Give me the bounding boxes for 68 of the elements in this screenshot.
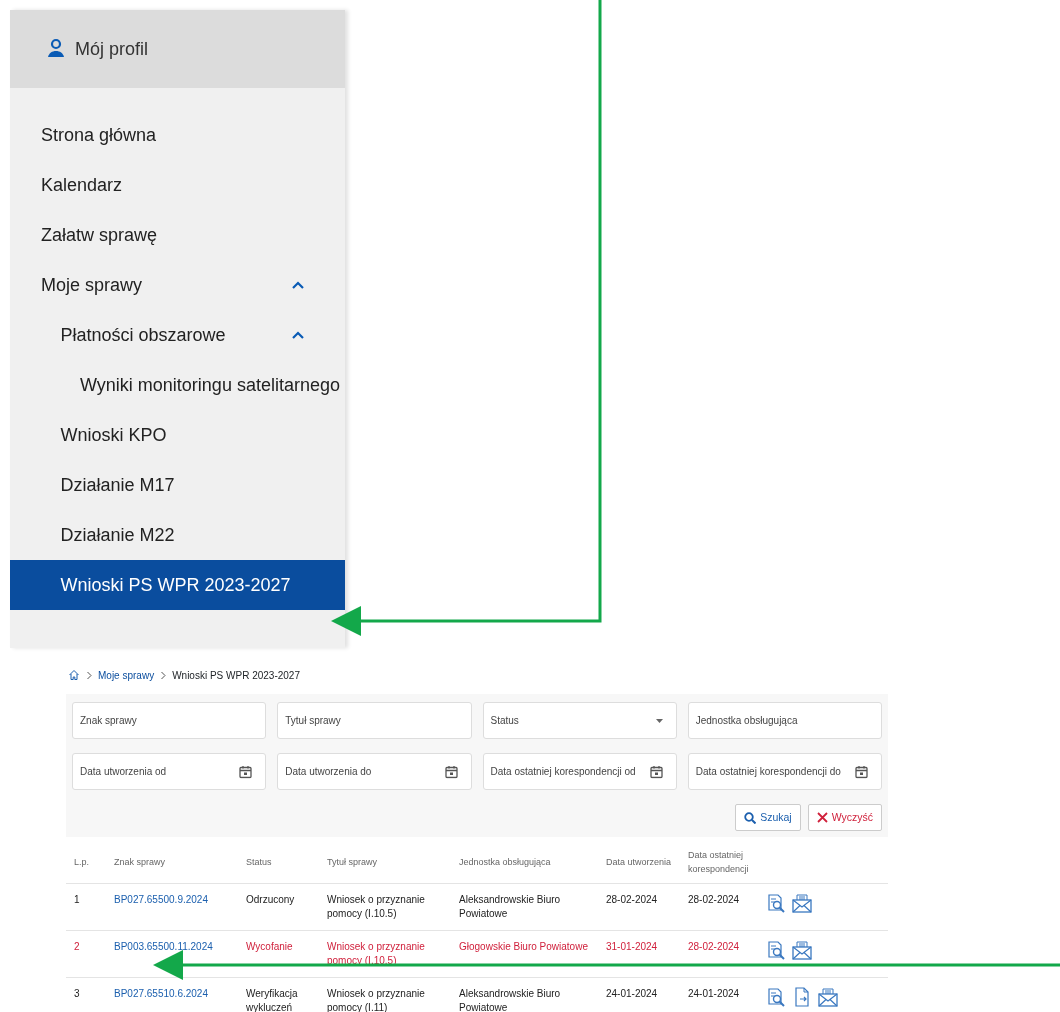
calendar-icon — [649, 765, 663, 778]
close-icon — [816, 812, 828, 823]
date-field[interactable]: Data utworzenia od — [72, 753, 267, 790]
chevron-icon — [291, 279, 305, 291]
table-cell: Aleksandrowskie Biuro Powiatowe — [451, 883, 598, 930]
chevron-icon — [160, 670, 167, 680]
column-header: Znak sprawy — [106, 843, 238, 883]
clear-button[interactable]: Wyczyść — [807, 804, 882, 831]
breadcrumb-link[interactable]: Moje sprawy — [98, 667, 155, 683]
table-cell: 2 — [66, 930, 106, 977]
column-header: Status — [238, 843, 319, 883]
table-cell: 3 — [66, 977, 106, 1012]
document-search-icon[interactable] — [766, 939, 786, 960]
document-search-icon[interactable] — [766, 892, 786, 913]
envelope-icon[interactable] — [818, 986, 838, 1007]
table-cell: Głogowskie Biuro Powiatowe — [451, 930, 598, 977]
case-link[interactable]: BP027.65500.9.2024 — [106, 883, 238, 930]
sidebar-item[interactable]: Moje sprawy — [10, 260, 345, 310]
input-field[interactable]: Tytuł sprawy — [277, 702, 472, 739]
case-link[interactable]: BP027.65510.6.2024 — [106, 977, 238, 1012]
table-cell: Wniosek o przyznanie pomocy (I.10.5) — [319, 883, 451, 930]
table-cell: Aleksandrowskie Biuro Powiatowe — [451, 977, 598, 1012]
table-cell: 1 — [66, 883, 106, 930]
sidebar-item[interactable]: Załatw sprawę — [10, 210, 345, 260]
sidebar-item[interactable]: Płatności obszarowe — [10, 310, 345, 360]
date-field[interactable]: Data utworzenia do — [277, 753, 472, 790]
sidebar-item[interactable]: Działanie M17 — [10, 460, 345, 510]
column-header: Tytuł sprawy — [319, 843, 451, 883]
envelope-icon[interactable] — [792, 939, 812, 960]
caret-icon — [655, 718, 663, 723]
sidebar-item[interactable]: Wyniki monitoringu satelitarnego — [10, 360, 345, 410]
sidebar-item[interactable]: Wnioski PS WPR 2023-2027 — [10, 560, 345, 610]
search-button[interactable]: Szukaj — [735, 804, 801, 831]
table-cell: 31-01-2024 — [598, 930, 680, 977]
column-header: Jednostka obsługująca — [451, 843, 598, 883]
calendar-icon — [239, 765, 253, 778]
search-icon — [744, 811, 757, 824]
chevron-icon — [291, 329, 305, 341]
column-header: Data utworzenia — [598, 843, 680, 883]
document-arrow-icon[interactable] — [792, 986, 812, 1007]
input-field[interactable]: Znak sprawy — [72, 702, 267, 739]
sidebar-item[interactable]: Wnioski KPO — [10, 410, 345, 460]
table-cell: 28-02-2024 — [598, 883, 680, 930]
table-cell: 28-02-2024 — [680, 930, 758, 977]
table-cell: 24-01-2024 — [680, 977, 758, 1012]
column-header: Data ostatniej korespondencji — [680, 843, 758, 883]
date-field[interactable]: Data ostatniej korespondencji do — [687, 753, 882, 790]
user-icon — [45, 38, 67, 60]
column-header: L.p. — [66, 843, 106, 883]
table-cell: Odrzucony — [238, 883, 319, 930]
calendar-icon — [855, 765, 868, 778]
input-field[interactable]: Jednostka obsługująca — [687, 702, 882, 739]
sidebar-item[interactable]: Kalendarz — [10, 160, 345, 210]
case-link[interactable]: BP003.65500.11.2024 — [106, 930, 238, 977]
sidebar-item[interactable]: Działanie M22 — [10, 510, 345, 560]
calendar-icon — [444, 765, 458, 778]
date-field[interactable]: Data ostatniej korespondencji od — [482, 753, 677, 790]
home-icon[interactable] — [68, 669, 80, 681]
chevron-icon — [86, 670, 92, 680]
envelope-icon[interactable] — [792, 892, 812, 913]
sidebar-item[interactable]: Strona główna — [10, 110, 345, 160]
status-dropdown[interactable]: Status — [482, 702, 677, 739]
table-cell: 28-02-2024 — [680, 883, 758, 930]
document-search-icon[interactable] — [766, 986, 786, 1007]
breadcrumb-current: Wnioski PS WPR 2023-2027 — [172, 668, 300, 683]
profile-link[interactable]: Mój profil — [75, 35, 149, 63]
table-cell: Wycofanie — [238, 930, 319, 977]
table-cell: 24-01-2024 — [598, 977, 680, 1012]
